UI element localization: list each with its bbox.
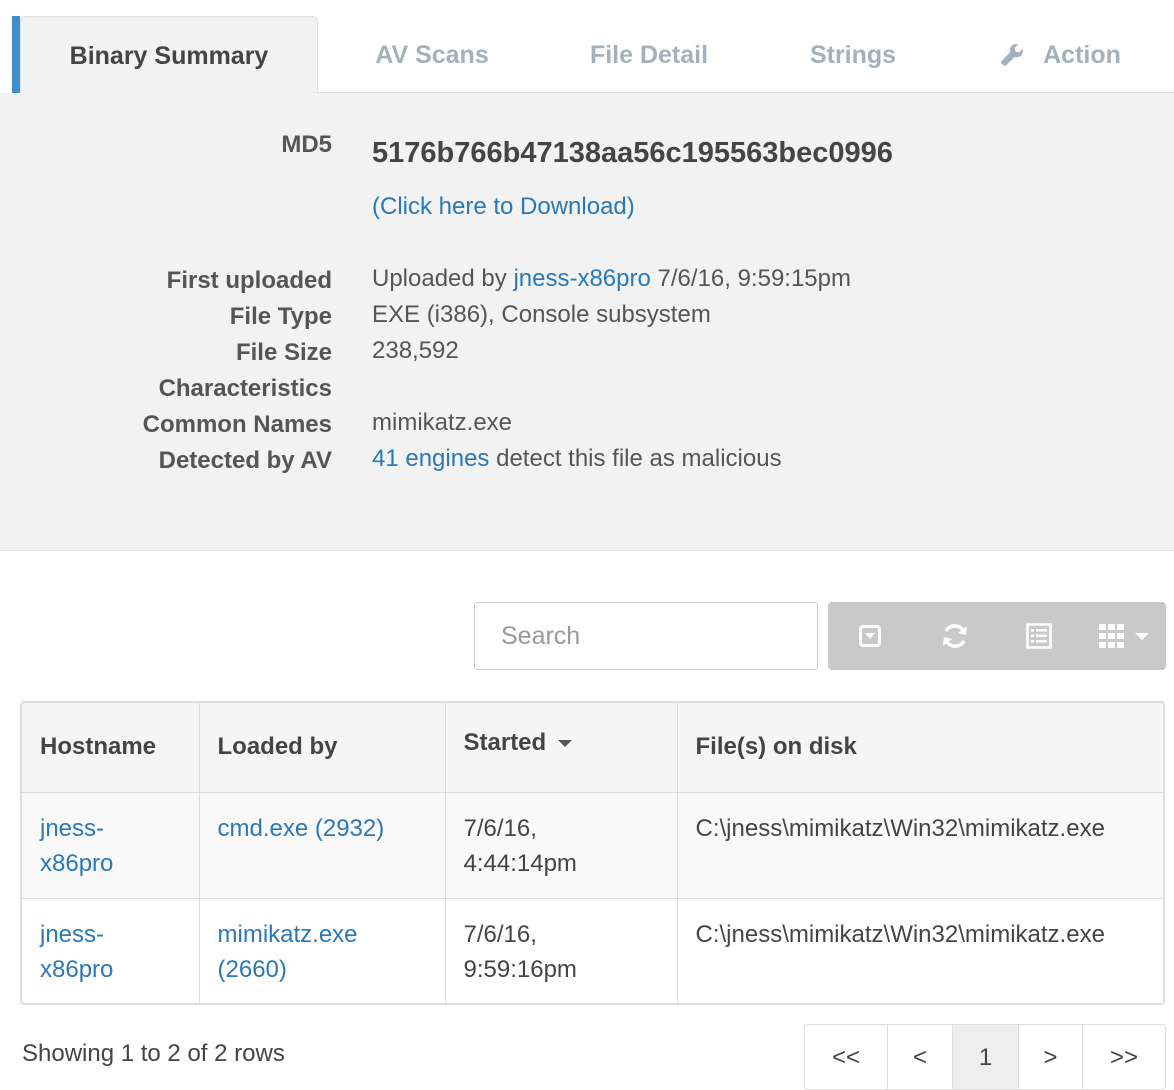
columns-grid-icon (1098, 624, 1124, 648)
common-names-label: Common Names (142, 411, 332, 438)
hostname-cell: jness-x86pro (22, 791, 200, 899)
file-on-disk-cell: C:\jness\mimikatz\Win32\mimikatz.exe (676, 897, 1163, 1003)
tab-file-detail[interactable]: File Detail (560, 16, 738, 94)
first-uploaded-value: Uploaded by jness-x86pro 7/6/16, 9:59:15… (372, 265, 851, 293)
wrench-icon (1001, 44, 1024, 66)
tab-file-detail-label: File Detail (589, 40, 709, 69)
pagination-summary: Showing 1 to 2 of 2 rows (22, 1040, 285, 1067)
uploaded-time: 7/6/16, 9:59:15pm (657, 265, 851, 292)
file-type-label: File Type (229, 303, 332, 330)
column-header-label: Started (463, 729, 547, 757)
pager-next-button[interactable]: > (1018, 1025, 1082, 1089)
hostname-line: jness- (40, 814, 105, 842)
loaded-by-cell: mimikatz.exe (2660) (198, 897, 446, 1003)
detected-suffix: detect this file as malicious (496, 445, 782, 472)
hostname-line: x86pro (40, 849, 114, 877)
tab-binary-summary-label: Binary Summary (69, 41, 269, 70)
uploaded-prefix: Uploaded by (372, 265, 507, 292)
md5-value: 5176b766b47138aa56c195563bec0996 (372, 137, 893, 169)
tab-av-scans[interactable]: AV Scans (330, 16, 534, 94)
pager-first-button[interactable]: << (805, 1025, 887, 1089)
column-header-hostname[interactable]: Hostname (22, 703, 200, 793)
tab-action-label: Action (1043, 40, 1121, 69)
list-view-button[interactable] (997, 602, 1082, 670)
first-uploaded-label: First uploaded (166, 267, 332, 294)
common-names-value: mimikatz.exe (372, 409, 513, 436)
active-tab-accent (12, 16, 20, 94)
tab-strings[interactable]: Strings (786, 16, 920, 94)
md5-label: MD5 (281, 131, 332, 158)
loaded-by-link[interactable]: cmd.exe (2932) (218, 815, 385, 842)
characteristics-label: Characteristics (158, 375, 332, 402)
loaded-by-line: cmd.exe (2932) (217, 814, 385, 842)
started-cell: 7/6/16, 4:44:14pm (444, 791, 678, 899)
hostname-link[interactable]: jness-x86pro (40, 921, 113, 983)
table-row: jness-x86pro cmd.exe (2932) 7/6/16, 4:44:… (22, 791, 1163, 899)
binary-summary-panel: MD5 5176b766b47138aa56c195563bec0996 (Cl… (0, 93, 1174, 551)
loaded-by-line: (2660) (217, 955, 287, 983)
toggle-icon (859, 625, 882, 647)
refresh-icon (942, 624, 967, 648)
table-row: jness-x86pro mimikatz.exe (2660) 7/6/16, 9… (22, 897, 1163, 1003)
list-view-icon (1026, 623, 1052, 649)
pager-page-1-button[interactable]: 1 (952, 1025, 1018, 1089)
loaded-by-line: mimikatz.exe (217, 920, 358, 948)
column-header-files-on-disk[interactable]: File(s) on disk (676, 703, 1163, 793)
processes-table: Hostname Loaded by Started File(s) on di… (20, 701, 1165, 1005)
table-header-row: Hostname Loaded by Started File(s) on di… (22, 703, 1163, 793)
uploader-link[interactable]: jness-x86pro (513, 265, 650, 292)
column-header-label: Loaded by (217, 733, 338, 761)
sort-desc-icon (558, 739, 573, 747)
loaded-by-cell: cmd.exe (2932) (198, 791, 446, 899)
column-header-label: Hostname (40, 733, 157, 761)
hostname-cell: jness-x86pro (22, 897, 200, 1003)
column-header-loaded-by[interactable]: Loaded by (198, 703, 446, 793)
file-size-value: 238,592 (372, 337, 459, 364)
file-type-value: EXE (i386), Console subsystem (372, 301, 711, 328)
pager-prev-button[interactable]: < (887, 1025, 952, 1089)
started-line: 9:59:16pm (463, 955, 577, 983)
detected-by-av-label: Detected by AV (158, 447, 332, 474)
hostname-line: x86pro (40, 955, 114, 983)
pagination: << < 1 > >> (804, 1024, 1166, 1090)
hostname-line: jness- (40, 920, 105, 948)
refresh-button[interactable] (913, 602, 998, 670)
search-input[interactable] (474, 602, 818, 670)
toggle-button[interactable] (828, 602, 913, 670)
started-line: 7/6/16, (463, 920, 537, 948)
started-cell: 7/6/16, 9:59:16pm (444, 897, 678, 1003)
pager-last-button[interactable]: >> (1082, 1025, 1165, 1089)
tab-action[interactable]: Action (980, 16, 1140, 94)
loaded-by-link[interactable]: mimikatz.exe (2660) (218, 921, 358, 983)
tab-bar: Binary Summary AV Scans File Detail Stri… (0, 0, 1174, 95)
tab-strings-label: Strings (809, 40, 897, 69)
column-header-started[interactable]: Started (444, 703, 678, 793)
tab-av-scans-label: AV Scans (375, 40, 489, 69)
started-line: 7/6/16, (463, 814, 537, 842)
hostname-link[interactable]: jness-x86pro (40, 815, 113, 877)
file-size-label: File Size (235, 339, 332, 366)
av-engines-link[interactable]: 41 engines (372, 445, 489, 472)
columns-button[interactable] (1082, 602, 1167, 670)
table-toolbar (828, 602, 1166, 670)
detected-by-av-value: 41 engines detect this file as malicious (372, 445, 782, 473)
tab-binary-summary[interactable]: Binary Summary (20, 16, 318, 95)
download-link-wrap: (Click here to Download) (372, 193, 635, 221)
column-header-label: File(s) on disk (695, 733, 857, 761)
download-link[interactable]: (Click here to Download) (372, 193, 635, 220)
chevron-down-icon (1134, 633, 1149, 640)
started-line: 4:44:14pm (463, 849, 577, 877)
file-on-disk-cell: C:\jness\mimikatz\Win32\mimikatz.exe (676, 791, 1163, 899)
